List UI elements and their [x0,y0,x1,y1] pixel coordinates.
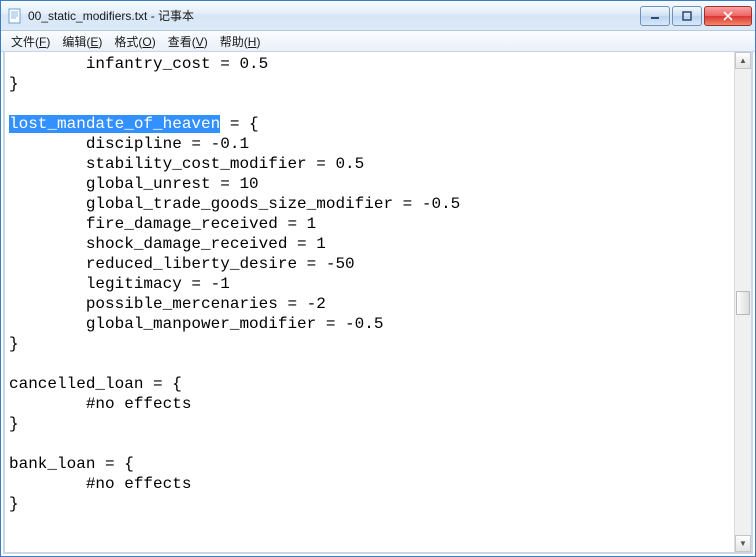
menubar: 文件(F) 编辑(E) 格式(O) 查看(V) 帮助(H) [1,31,755,52]
menu-format[interactable]: 格式(O) [108,32,161,51]
minimize-button[interactable] [640,6,670,26]
scroll-thumb[interactable] [736,291,750,315]
maximize-button[interactable] [672,6,702,26]
client-area: infantry_cost = 0.5 } lost_mandate_of_he… [3,52,753,554]
scroll-track[interactable] [735,69,751,535]
scroll-up-button[interactable]: ▲ [735,52,751,69]
notepad-icon [7,8,23,24]
titlebar: 00_static_modifiers.txt - 记事本 [1,1,755,31]
window-controls [640,6,752,26]
menu-help[interactable]: 帮助(H) [214,32,267,51]
menu-view[interactable]: 查看(V) [162,32,214,51]
vertical-scrollbar[interactable]: ▲ ▼ [734,52,751,552]
text-editor[interactable]: infantry_cost = 0.5 } lost_mandate_of_he… [5,52,734,552]
menu-file[interactable]: 文件(F) [5,32,56,51]
scroll-down-button[interactable]: ▼ [735,535,751,552]
close-button[interactable] [704,6,752,26]
menu-edit[interactable]: 编辑(E) [56,32,108,51]
window-title: 00_static_modifiers.txt - 记事本 [28,7,640,24]
